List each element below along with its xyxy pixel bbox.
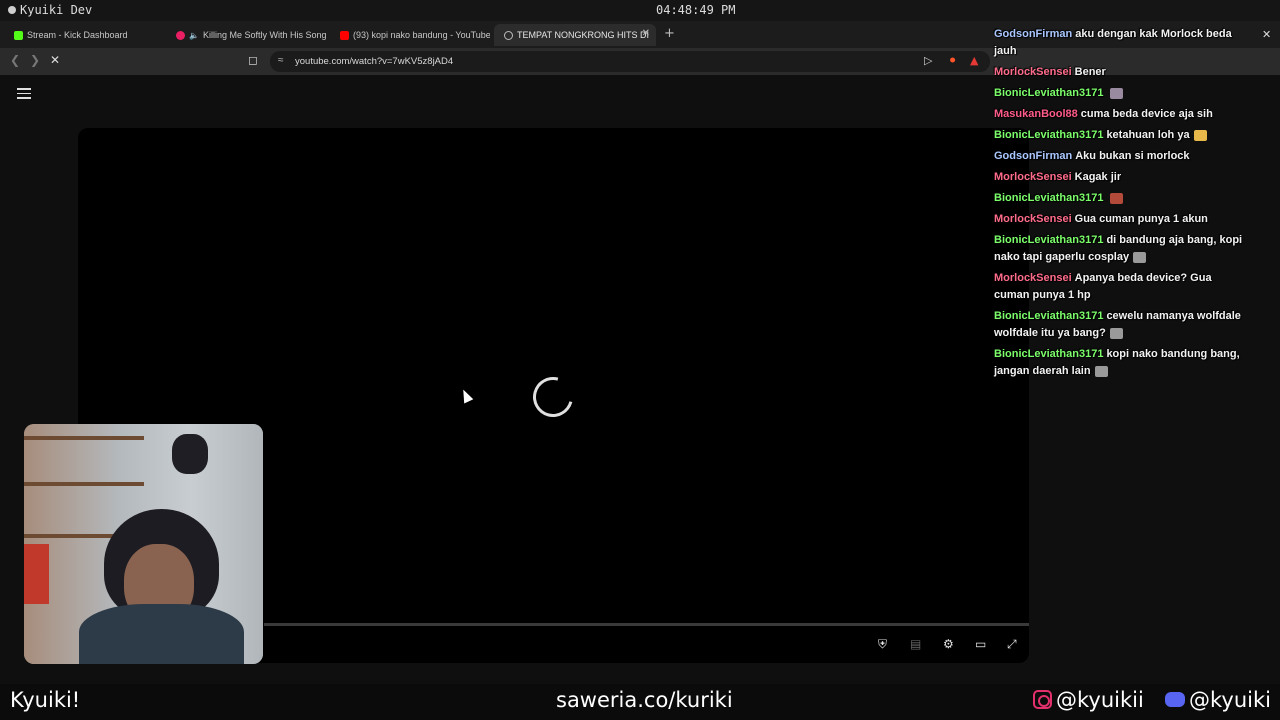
system-top-bar: Kyuiki Dev 04:48:49 PM [0,0,1280,21]
brave-rewards-icon[interactable]: ▲ [970,54,978,67]
chat-username: BionicLeviathan3171 [994,310,1104,322]
chat-emote-icon [1110,87,1124,99]
donation-link: saweria.co/kuriki [556,688,733,712]
chat-username: MorlockSensei [994,66,1072,78]
chat-message: MorlockSensei Kagak jir [990,167,1252,188]
chat-message: MorlockSensei Gua cuman punya 1 akun [990,209,1252,230]
chat-message: GodsonFirman aku dengan kak Morlock beda … [990,24,1252,62]
captions-icon[interactable]: ▤ [910,637,921,651]
site-info-icon[interactable]: ≈ [278,55,284,66]
video-progress-bar[interactable] [264,623,1029,626]
chat-username: BionicLeviathan3171 [994,87,1104,99]
music-favicon-icon [176,30,185,40]
back-button[interactable]: ❮ [10,53,20,67]
workspace-title: Kyuiki Dev [20,3,93,17]
youtube-favicon-icon [340,30,349,40]
tab-title: TEMPAT NONGKRONG HITS DI [517,30,650,40]
workspace-indicator-icon[interactable] [8,6,16,14]
chat-message: MorlockSensei Apanya beda device? Gua cum… [990,268,1252,306]
send-icon[interactable]: ▷ [924,54,932,67]
address-bar[interactable]: ≈ youtube.com/watch?v=7wKV5z8jAD4 [270,51,990,72]
stream-footer-overlay: Kyuiki! saweria.co/kuriki @kyuikii @kyui… [0,684,1280,720]
forward-button[interactable]: ❯ [30,53,40,67]
chat-text: Gua cuman punya 1 akun [1074,213,1208,225]
chat-username: MasukanBool88 [994,108,1078,120]
chat-message: MorlockSensei Bener [990,62,1252,83]
fullscreen-icon[interactable]: ⤢ [1007,637,1017,652]
tab-close-icon[interactable]: ✕ [642,28,650,39]
chat-username: MorlockSensei [994,272,1072,284]
webcam-overlay [24,424,263,664]
chat-text: ketahuan loh ya [1106,129,1190,141]
plush-toy [172,434,208,474]
chat-username: MorlockSensei [994,171,1072,183]
chat-emote-icon [1109,327,1123,339]
chat-username: MorlockSensei [994,213,1072,225]
bookmark-icon[interactable]: ◻ [248,53,258,67]
stream-chat-overlay: GodsonFirman aku dengan kak Morlock beda … [990,24,1252,382]
chat-message: BionicLeviathan3171 [990,188,1252,209]
chat-username: BionicLeviathan3171 [994,129,1104,141]
privacy-shield-icon[interactable]: ⛨ [878,637,887,652]
tab-title: Stream - Kick Dashboard [27,30,128,40]
chat-message: BionicLeviathan3171 kopi nako bandung ban… [990,344,1252,382]
theater-mode-icon[interactable]: ▭ [975,637,986,651]
instagram-icon [1033,690,1052,709]
tab-kick-dashboard[interactable]: Stream - Kick Dashboard [4,24,164,46]
system-clock[interactable]: 04:48:49 PM [656,3,735,17]
chat-message: BionicLeviathan3171 ketahuan loh ya [990,125,1252,146]
chat-text: Kagak jir [1074,171,1122,183]
brave-shield-icon[interactable]: ⚫ [948,54,957,67]
chat-username: BionicLeviathan3171 [994,348,1104,360]
chat-message: GodsonFirman Aku bukan si morlock [990,146,1252,167]
chat-username: GodsonFirman [994,150,1073,162]
tab-tempat-nongkrong[interactable]: TEMPAT NONGKRONG HITS DI ✕ [494,24,656,46]
streamer-name: Kyuiki! [10,688,81,712]
menu-icon[interactable] [17,88,31,99]
new-tab-button[interactable]: + [664,26,675,41]
discord-icon [1165,692,1185,707]
tab-title: (93) kopi nako bandung - YouTube [353,30,490,40]
tab-killing-me-softly[interactable]: 🔈 Killing Me Softly With His Song [166,24,326,46]
instagram-handle: @kyuikii [1033,688,1144,712]
chat-emote-icon [1094,365,1108,377]
chat-emote-icon [1133,251,1147,263]
settings-gear-icon[interactable]: ⚙ [943,637,954,651]
stop-loading-button[interactable]: ✕ [50,53,60,67]
chat-message: BionicLeviathan3171 [990,83,1252,104]
discord-handle: @kyuiki [1165,688,1271,712]
chat-message: MasukanBool88 cuma beda device aja sih [990,104,1252,125]
chat-username: GodsonFirman [994,28,1073,40]
chat-message: BionicLeviathan3171 cewelu namanya wolfda… [990,306,1252,344]
chat-username: BionicLeviathan3171 [994,234,1104,246]
chat-username: BionicLeviathan3171 [994,192,1104,204]
chat-text: Bener [1074,66,1106,78]
url-text: youtube.com/watch?v=7wKV5z8jAD4 [295,56,454,67]
chat-emote-icon [1110,192,1124,204]
chat-close-icon[interactable]: ✕ [1262,28,1271,41]
kick-favicon-icon [14,30,23,40]
speaker-icon[interactable]: 🔈 [189,31,199,40]
chat-message: BionicLeviathan3171 di bandung aja bang, … [990,230,1252,268]
chat-emote-icon [1193,129,1207,141]
chat-text: Aku bukan si morlock [1075,150,1190,162]
tab-youtube-search[interactable]: (93) kopi nako bandung - YouTube [330,24,490,46]
chat-text: cuma beda device aja sih [1080,108,1213,120]
tab-title: Killing Me Softly With His Song [202,30,326,40]
loading-favicon-icon [504,30,513,40]
